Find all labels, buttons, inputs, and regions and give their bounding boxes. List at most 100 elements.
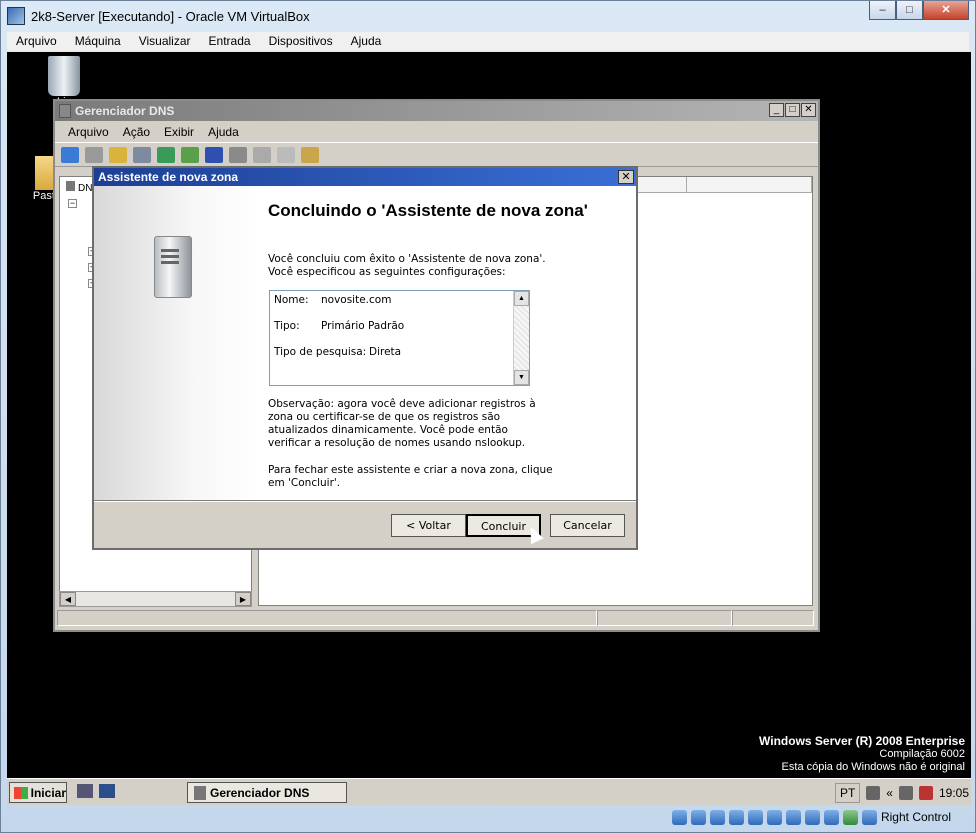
wizard-finish-text: Para fechar este assistente e criar a no… (268, 464, 553, 489)
usb-icon[interactable] (709, 809, 725, 825)
taskbar-item-label: Gerenciador DNS (210, 785, 310, 800)
records-icon[interactable] (301, 146, 319, 163)
shared-folders-icon[interactable] (747, 809, 763, 825)
windows-watermark: Windows Server (R) 2008 Enterprise Compi… (759, 735, 965, 774)
dns-toolbar (55, 143, 818, 167)
wizard-title: Assistente de nova zona (98, 170, 239, 184)
video-capture-icon[interactable] (785, 809, 801, 825)
summary-value: Primário Padrão (321, 320, 405, 332)
tree-expander[interactable]: − (68, 199, 77, 208)
help-icon[interactable] (205, 146, 223, 163)
dns-maximize-button[interactable]: □ (785, 103, 800, 117)
host-key-icon[interactable] (842, 809, 858, 825)
menu-ajuda[interactable]: Ajuda (342, 32, 391, 51)
minimize-button[interactable]: – (869, 1, 896, 20)
watermark-build: Compilação 6002 (879, 748, 965, 760)
language-indicator[interactable]: PT (834, 782, 861, 803)
summary-value: novosite.com (321, 294, 392, 306)
optical-drive-icon[interactable] (690, 809, 706, 825)
forward-arrow-icon[interactable] (85, 146, 103, 163)
keyboard-capture-icon[interactable] (861, 809, 877, 825)
host-status-bar: Right Control (7, 806, 969, 828)
summary-value: Direta (369, 346, 402, 358)
scroll-down-arrow-icon[interactable]: ▼ (514, 370, 529, 385)
dns-app-icon (59, 104, 71, 118)
windows-logo-icon (14, 786, 28, 799)
show-desktop-icon[interactable] (99, 784, 115, 798)
server-manager-icon[interactable] (77, 784, 93, 798)
wizard-separator (94, 500, 636, 502)
menu-entrada[interactable]: Entrada (200, 32, 260, 51)
new-zone-wizard-dialog: Assistente de nova zona ✕ Concluindo o '… (92, 166, 638, 550)
cpu-icon[interactable] (823, 809, 839, 825)
scroll-left-arrow-icon[interactable]: ◀ (60, 592, 76, 606)
scroll-up-arrow-icon[interactable]: ▲ (514, 291, 529, 306)
start-label: Iniciar (30, 785, 66, 800)
wizard-intro: Você concluiu com êxito o 'Assistente de… (268, 253, 546, 278)
dns-title: Gerenciador DNS (75, 104, 175, 118)
watermark-edition: Windows Server (R) 2008 Enterprise (759, 734, 965, 748)
menu-dispositivos[interactable]: Dispositivos (260, 32, 342, 51)
menu-visualizar[interactable]: Visualizar (130, 32, 200, 51)
dns-menu-acao[interactable]: Ação (116, 125, 157, 139)
taskbar-item-dns[interactable]: Gerenciador DNS (187, 782, 347, 803)
maximize-button[interactable]: □ (896, 1, 923, 20)
menu-maquina[interactable]: Máquina (66, 32, 130, 51)
hard-disk-icon[interactable] (671, 809, 687, 825)
virtualbox-window: 2k8-Server [Executando] - Oracle VM Virt… (0, 0, 976, 833)
server-icon[interactable] (253, 146, 271, 163)
export-icon[interactable] (181, 146, 199, 163)
tree-horizontal-scrollbar[interactable]: ◀ ▶ (59, 591, 252, 607)
properties-icon[interactable] (229, 146, 247, 163)
mouse-integration-icon[interactable] (804, 809, 820, 825)
menu-arquivo[interactable]: Arquivo (7, 32, 66, 51)
wizard-title-bar[interactable]: Assistente de nova zona (94, 168, 636, 186)
cancel-button[interactable]: Cancelar (550, 514, 625, 537)
dns-menu-arquivo[interactable]: Arquivo (61, 125, 116, 139)
keyboard-icon[interactable] (866, 785, 881, 800)
settings-summary-box[interactable]: Nome: novosite.com Tipo: Primário Padrão… (269, 290, 530, 386)
list-icon[interactable] (277, 146, 295, 163)
wizard-heading: Concluindo o 'Assistente de nova zona' (268, 201, 588, 220)
tree-root[interactable]: DN (66, 181, 92, 194)
dns-status-bar (57, 610, 816, 628)
dns-close-button[interactable]: ✕ (801, 103, 816, 117)
dns-menu-ajuda[interactable]: Ajuda (201, 125, 246, 139)
clock[interactable]: 19:05 (939, 786, 969, 800)
dns-minimize-button[interactable]: _ (769, 103, 784, 117)
display-icon[interactable] (766, 809, 782, 825)
dns-app-icon (194, 785, 206, 800)
back-button[interactable]: < Voltar (391, 514, 466, 537)
dns-menu-exibir[interactable]: Exibir (157, 125, 201, 139)
scroll-right-arrow-icon[interactable]: ▶ (235, 592, 251, 606)
column-header[interactable] (638, 177, 688, 192)
virtualbox-icon (7, 7, 25, 25)
wizard-content: Concluindo o 'Assistente de nova zona' V… (258, 186, 636, 500)
host-title-bar[interactable]: 2k8-Server [Executando] - Oracle VM Virt… (1, 1, 975, 31)
start-button[interactable]: Iniciar (9, 782, 67, 803)
watermark-genuine: Esta cópia do Windows não é original (781, 761, 965, 773)
wizard-side-panel (94, 186, 258, 500)
dns-tree-icon (66, 181, 75, 191)
column-header[interactable] (687, 177, 812, 192)
up-folder-icon[interactable] (109, 146, 127, 163)
refresh-icon[interactable] (157, 146, 175, 163)
dns-title-bar[interactable]: Gerenciador DNS (55, 101, 818, 121)
guest-screen: Lix Pasta Gerenciador DNS _ □ ✕ Arquivo … (7, 52, 971, 805)
summary-scrollbar[interactable]: ▲ ▼ (513, 291, 529, 385)
tree-root-label: DN (78, 183, 93, 194)
host-key-label: Right Control (880, 810, 951, 824)
tray-expand-button[interactable]: « (886, 786, 893, 800)
close-button[interactable]: ✕ (923, 1, 969, 20)
recycle-bin-icon (48, 56, 80, 96)
show-tree-icon[interactable] (133, 146, 151, 163)
summary-label: Nome: (274, 294, 309, 306)
summary-label: Tipo de pesquisa: (274, 346, 367, 358)
back-arrow-icon[interactable] (61, 146, 79, 163)
wizard-note: Observação: agora você deve adicionar re… (268, 398, 536, 449)
volume-muted-icon[interactable] (918, 785, 933, 800)
host-menu-bar: Arquivo Máquina Visualizar Entrada Dispo… (7, 32, 969, 51)
network-adapter-icon[interactable] (728, 809, 744, 825)
network-icon[interactable] (898, 785, 913, 800)
wizard-close-button[interactable]: ✕ (618, 170, 634, 184)
